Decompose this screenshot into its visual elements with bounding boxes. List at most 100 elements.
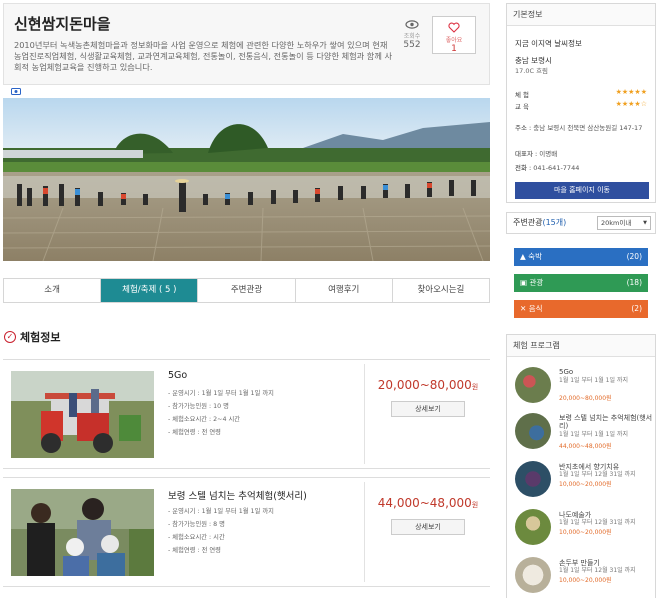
- list-item-name: 보령 스텔 넘치는 추억체험(햇서리): [559, 414, 653, 430]
- utensils-icon: ✕: [520, 304, 527, 313]
- weather-value: 17.0C 흐림: [515, 67, 549, 75]
- category-count: (20): [626, 252, 642, 261]
- list-item[interactable]: 보령 스텔 넘치는 추억체험(햇서리) 1월 1일 부터 1월 1일 까지 44…: [515, 413, 655, 455]
- address: 주소 : 충남 보령시 천북면 삼산농원길 147-17: [515, 122, 649, 134]
- basic-info-box: 기본정보 지금 이지역 날씨정보 충남 보령시 17.0C 흐림 체 험 ★★★…: [506, 3, 656, 203]
- price-unit: 원: [471, 383, 479, 391]
- program-price: 20,000~80,000원: [369, 378, 487, 392]
- main-photo: [3, 98, 490, 261]
- list-item-price: 44,000~48,000원: [559, 443, 612, 450]
- detail-button[interactable]: 상세보기: [391, 519, 465, 535]
- list-item[interactable]: 손두부 만들기 1월 1일 부터 12월 31일 까지 10,000~20,00…: [515, 557, 655, 598]
- phone-label: 전화 :: [515, 164, 532, 172]
- program-thumbnail[interactable]: [11, 489, 154, 576]
- rep-value: 이명배: [539, 150, 558, 158]
- address-label: 주소 :: [515, 124, 532, 132]
- village-description: 2010년부터 녹색농촌체험마을과 정보화마을 사업 운영으로 체험에 관련한 …: [14, 40, 393, 72]
- program-thumbnail[interactable]: [11, 371, 154, 458]
- program-age: - 체험연령 : 전 연령: [168, 429, 221, 436]
- sidebar: 기본정보 지금 이지역 날씨정보 충남 보령시 17.0C 흐림 체 험 ★★★…: [506, 0, 656, 598]
- star-rating-icon: ★★★★★: [615, 88, 647, 96]
- views-count: 552: [403, 40, 421, 50]
- list-item[interactable]: 나도예술가 1월 1일 부터 12월 31일 까지 10,000~20,000원: [515, 509, 655, 551]
- star-rating-icon: ★★★★☆: [615, 100, 647, 108]
- program-duration: - 체험소요시간 : 2~4 시간: [168, 416, 241, 423]
- divider: [364, 482, 365, 582]
- program-capacity: - 참가가능인원 : 10 명: [168, 403, 229, 410]
- nearby-count: (15개): [542, 218, 567, 227]
- program-thumb: [515, 413, 551, 449]
- camera-icon: [11, 88, 21, 95]
- rice-planting-photo: [3, 98, 490, 261]
- program-list-title: 체험 프로그램: [507, 335, 655, 357]
- chevron-down-icon: ▼: [643, 220, 647, 226]
- program-details: - 운영시기 : 1월 1일 부터 1월 1일 까지 - 참가가능인원 : 10…: [168, 387, 274, 439]
- tab-directions[interactable]: 찾아오시는길: [392, 279, 490, 302]
- tab-nearby[interactable]: 주변관광: [198, 279, 296, 302]
- rating-experience: 체 험 ★★★★★: [515, 88, 647, 99]
- list-item-price: 10,000~20,000원: [559, 529, 612, 536]
- price-value: 20,000~80,000: [377, 378, 472, 392]
- list-item-date: 1월 1일 부터 12월 31일 까지: [559, 567, 636, 574]
- program-thumb: [515, 509, 551, 545]
- content-tabs: 소개 체험/축제 ( 5 ) 주변관광 여행후기 찾아오시는길: [3, 278, 490, 303]
- category-food[interactable]: ✕ 음식 (2): [514, 300, 648, 318]
- tab-intro[interactable]: 소개: [4, 279, 102, 302]
- program-thumb: [515, 367, 551, 403]
- category-tour[interactable]: ▣ 관광 (18): [514, 274, 648, 292]
- page-title: 신현쌈지돈마을: [14, 15, 111, 33]
- program-card: 5Go - 운영시기 : 1월 1일 부터 1월 1일 까지 - 참가가능인원 …: [3, 359, 490, 469]
- distance-value: 20km이내: [601, 219, 632, 227]
- program-details: - 운영시기 : 1월 1일 부터 1월 1일 까지 - 참가가능인원 : 8 …: [168, 505, 274, 557]
- program-period: - 운영시기 : 1월 1일 부터 1월 1일 까지: [168, 390, 274, 397]
- views-label: 조회수: [403, 33, 421, 40]
- view-counter: 조회수 552: [397, 20, 427, 50]
- price-unit: 원: [471, 501, 479, 509]
- homepage-button[interactable]: 마을 홈페이지 이동: [515, 182, 649, 199]
- category-label: 관광: [529, 278, 544, 287]
- nearby-header: 주변관광(15개) 20km이내 ▼: [506, 212, 656, 234]
- divider: [364, 364, 365, 464]
- price-value: 44,000~48,000: [377, 496, 472, 510]
- building-icon: ▣: [520, 278, 528, 287]
- distance-select[interactable]: 20km이내 ▼: [597, 216, 651, 230]
- list-item[interactable]: 반지초에서 향기치유 1월 1일 부터 12월 31일 까지 10,000~20…: [515, 461, 655, 503]
- village-header: 신현쌈지돈마을 2010년부터 녹색농촌체험마을과 정보화마을 사업 운영으로 …: [3, 3, 490, 85]
- heart-icon: [448, 22, 460, 33]
- section-title: 체험정보: [20, 331, 61, 344]
- rating-label: 교 육: [515, 103, 530, 111]
- like-count: 1: [451, 44, 457, 54]
- check-circle-icon: ✓: [4, 331, 16, 343]
- address-value: 충남 보령시 천북면 삼산농원길 147-17: [533, 124, 643, 132]
- list-item-date: 1월 1일 부터 12월 31일 까지: [559, 471, 636, 478]
- program-list-box: 체험 프로그램 5Go 1월 1일 부터 1월 1일 까지 20,000~80,…: [506, 334, 656, 598]
- people-photo: [11, 489, 154, 576]
- category-label: 숙박: [528, 252, 542, 261]
- tab-reviews[interactable]: 여행후기: [295, 279, 393, 302]
- phone: 전화 : 041-641-7744: [515, 162, 579, 174]
- tab-experience[interactable]: 체험/축제 ( 5 ): [101, 279, 199, 302]
- category-count: (18): [626, 278, 642, 287]
- representative: 대표자 : 이명배: [515, 148, 557, 160]
- list-item-price: 10,000~20,000원: [559, 577, 612, 584]
- list-item[interactable]: 5Go 1월 1일 부터 1월 1일 까지 20,000~80,000원: [515, 367, 655, 409]
- detail-button[interactable]: 상세보기: [391, 401, 465, 417]
- tractor-photo: [11, 371, 154, 458]
- like-button[interactable]: 좋아요 1: [432, 16, 476, 54]
- program-thumb: [515, 461, 551, 497]
- category-lodging[interactable]: ▲ 숙박 (20): [514, 248, 648, 266]
- program-name[interactable]: 5Go: [168, 370, 187, 381]
- nearby-title: 주변관광: [513, 218, 543, 227]
- program-duration: - 체험소요시간 : 시간: [168, 534, 225, 541]
- program-capacity: - 참가가능인원 : 8 명: [168, 521, 225, 528]
- program-period: - 운영시기 : 1월 1일 부터 1월 1일 까지: [168, 508, 274, 515]
- category-label: 음식: [528, 304, 543, 313]
- list-item-name: 5Go: [559, 368, 574, 376]
- eye-icon: [405, 20, 419, 29]
- list-item-date: 1월 1일 부터 1월 1일 까지: [559, 431, 628, 438]
- rating-label: 체 험: [515, 91, 530, 99]
- weather-heading: 지금 이지역 날씨정보: [515, 39, 582, 48]
- rep-label: 대표자 :: [515, 150, 538, 158]
- program-name[interactable]: 보령 스텔 넘치는 추억체험(햇서리): [168, 488, 307, 502]
- program-price: 44,000~48,000원: [369, 496, 487, 510]
